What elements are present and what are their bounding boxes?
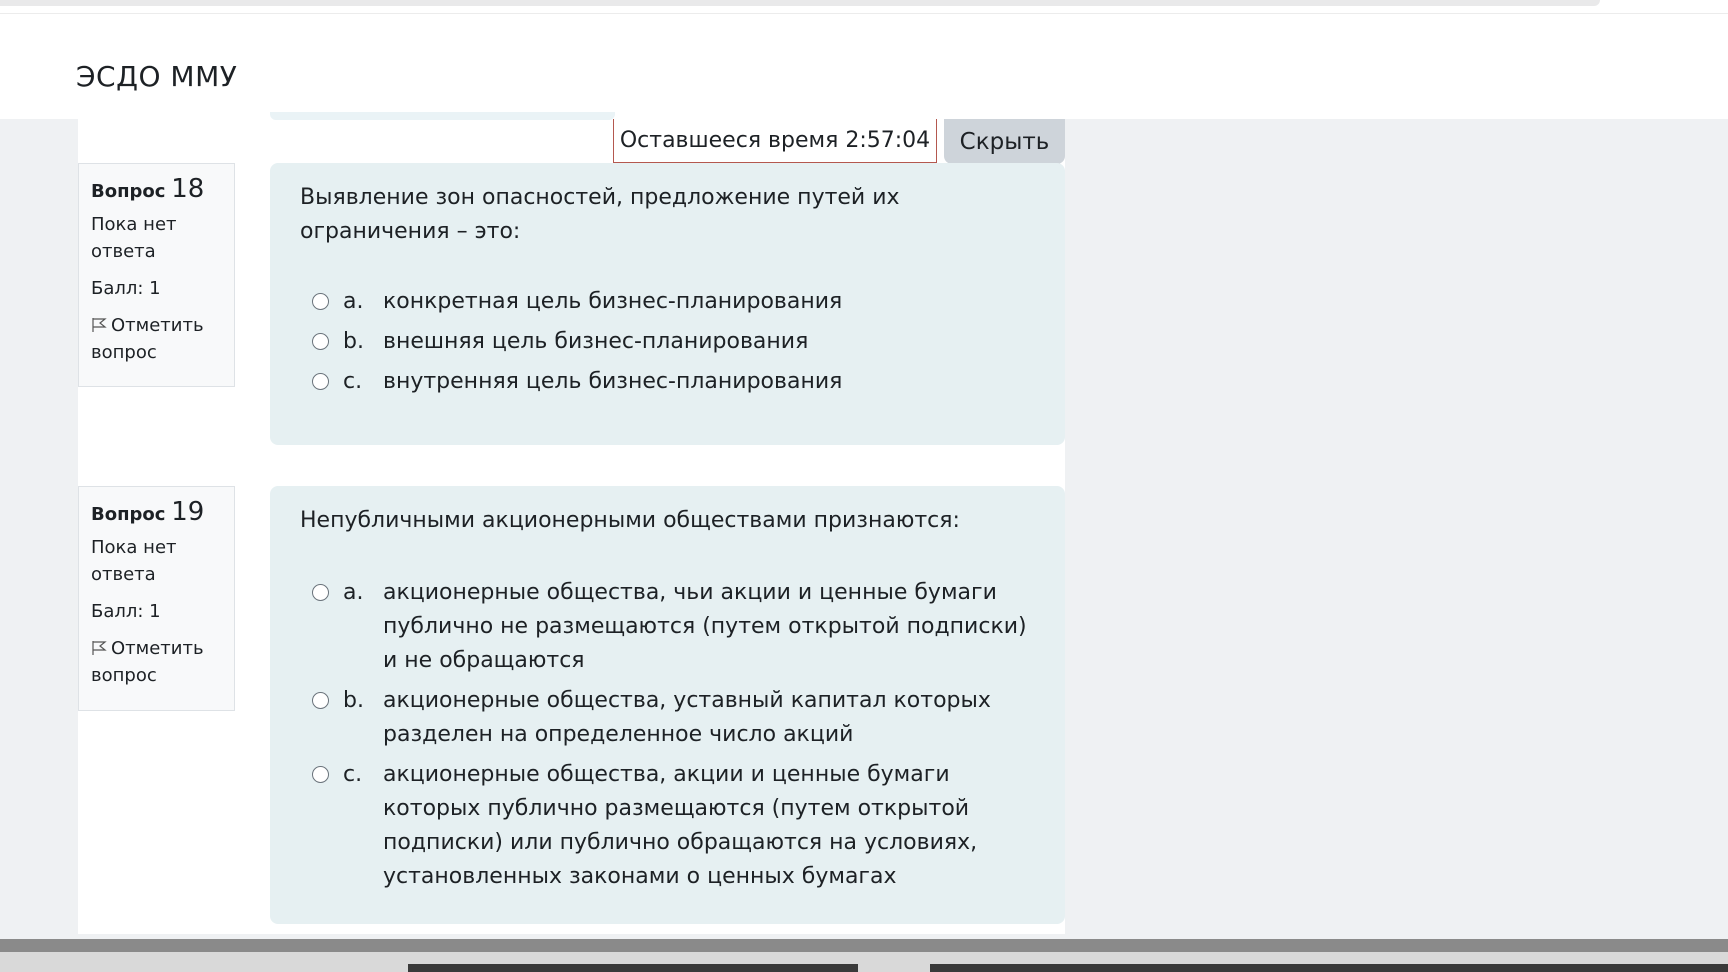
- answer-option-b[interactable]: b. внешняя цель бизнес-планирования: [300, 325, 1035, 359]
- radio-button[interactable]: [312, 373, 329, 390]
- flag-question-link[interactable]: Отметить вопрос: [91, 312, 222, 366]
- radio-button[interactable]: [312, 584, 329, 601]
- question-state: Пока нет ответа: [91, 537, 177, 585]
- answer-letter: a.: [343, 580, 364, 605]
- answer-option-c[interactable]: c. акционерные общества, акции и ценные …: [300, 758, 1035, 894]
- taskbar-edge: [0, 939, 1728, 952]
- radio-button[interactable]: [312, 293, 329, 310]
- answer-option-a[interactable]: a. акционерные общества, чьи акции и цен…: [300, 576, 1035, 678]
- previous-question-card-edge: [270, 112, 615, 120]
- answer-letter: c.: [343, 369, 363, 394]
- hide-timer-button[interactable]: Скрыть: [944, 119, 1065, 164]
- answer-option-b[interactable]: b. акционерные общества, уставный капита…: [300, 684, 1035, 752]
- flag-question-link[interactable]: Отметить вопрос: [91, 635, 222, 689]
- answer-letter: b.: [343, 688, 364, 713]
- radio-button[interactable]: [312, 766, 329, 783]
- flag-icon: [91, 314, 107, 332]
- answer-letter: c.: [343, 762, 363, 787]
- browser-top-edge: [0, 0, 1600, 6]
- taskbar-segment: [930, 964, 1728, 972]
- answer-letter: a.: [343, 289, 364, 314]
- flag-icon: [91, 637, 107, 655]
- site-title[interactable]: ЭСДО ММУ: [76, 60, 237, 93]
- radio-button[interactable]: [312, 333, 329, 350]
- question-state: Пока нет ответа: [91, 214, 177, 262]
- taskbar-segment: [408, 964, 858, 972]
- question-content-18: Выявление зон опасностей, предложение пу…: [270, 163, 1065, 445]
- question-grade: Балл: 1: [91, 601, 161, 622]
- answer-text[interactable]: внешняя цель бизнес-планирования: [383, 325, 1035, 359]
- answer-text[interactable]: конкретная цель бизнес-планирования: [383, 285, 1035, 319]
- question-number: Вопрос 18: [91, 174, 222, 207]
- answer-text[interactable]: акционерные общества, чьи акции и ценные…: [383, 576, 1035, 678]
- navbar: ЭСДО ММУ: [0, 14, 1728, 119]
- question-content-19: Непубличными акционерными обществами при…: [270, 486, 1065, 924]
- flag-question-label: Отметить вопрос: [91, 315, 204, 363]
- answer-text[interactable]: акционерные общества, уставный капитал к…: [383, 684, 1035, 752]
- answer-options: a. акционерные общества, чьи акции и цен…: [300, 576, 1035, 894]
- question-number-value: 18: [171, 174, 205, 204]
- question-label: Вопрос: [91, 504, 166, 525]
- question-label: Вопрос: [91, 181, 166, 202]
- answer-options: a. конкретная цель бизнес-планирования b…: [300, 285, 1035, 399]
- answer-text[interactable]: внутренняя цель бизнес-планирования: [383, 365, 1035, 399]
- answer-letter: b.: [343, 329, 364, 354]
- question-info-19: Вопрос 19 Пока нет ответа Балл: 1 Отмети…: [78, 486, 235, 711]
- question-number: Вопрос 19: [91, 497, 222, 530]
- question-info-18: Вопрос 18 Пока нет ответа Балл: 1 Отмети…: [78, 163, 235, 387]
- answer-text[interactable]: акционерные общества, акции и ценные бум…: [383, 758, 1035, 894]
- flag-question-label: Отметить вопрос: [91, 638, 204, 686]
- quiz-timer: Оставшееся время 2:57:04: [613, 119, 937, 163]
- question-text: Выявление зон опасностей, предложение пу…: [300, 185, 900, 244]
- answer-option-a[interactable]: a. конкретная цель бизнес-планирования: [300, 285, 1035, 319]
- question-text: Непубличными акционерными обществами при…: [300, 508, 960, 533]
- radio-button[interactable]: [312, 692, 329, 709]
- question-number-value: 19: [171, 497, 205, 527]
- question-grade: Балл: 1: [91, 278, 161, 299]
- answer-option-c[interactable]: c. внутренняя цель бизнес-планирования: [300, 365, 1035, 399]
